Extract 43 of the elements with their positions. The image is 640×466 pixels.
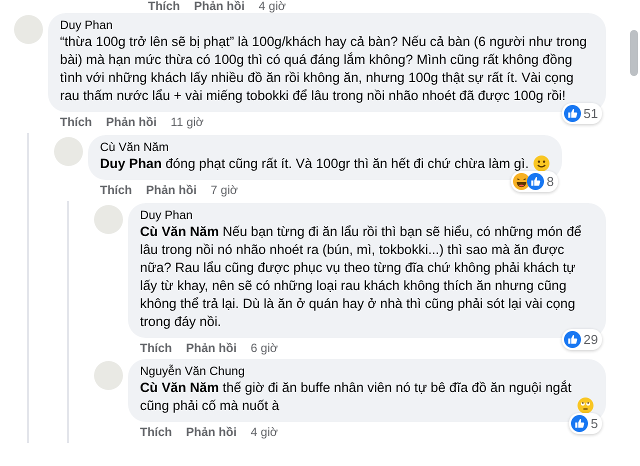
timestamp[interactable]: 11 giờ	[170, 115, 204, 129]
reaction-count: 8	[546, 174, 554, 189]
eye-rolling-face-icon	[577, 397, 594, 414]
thumbs-up-icon	[564, 105, 581, 122]
like-link[interactable]: Thích	[140, 425, 172, 439]
reply-link[interactable]: Phản hồi	[146, 183, 197, 197]
reaction-badge[interactable]: 8	[510, 171, 558, 192]
like-link[interactable]: Thích	[140, 341, 172, 355]
smiling-face-icon	[532, 155, 550, 172]
author-name[interactable]: Duy Phan	[140, 208, 594, 223]
timestamp[interactable]: 4 giờ	[258, 0, 286, 13]
reaction-count: 51	[584, 106, 598, 121]
thumbs-up-icon	[564, 331, 581, 348]
avatar[interactable]	[54, 137, 83, 166]
reaction-badge[interactable]: 51	[562, 103, 602, 124]
comment-text: Duy Phan đóng phạt cũng rất ít. Và 100gr thì ăn hết đi chứ chừa làm gì.	[100, 155, 529, 173]
avatar[interactable]	[94, 205, 123, 234]
comment-text: Cù Văn Năm thế giờ đi ăn buffe nhân viên nó tự bê đĩa đồ ăn nguội ngắt cũng phải cố mà nuốt à	[140, 379, 572, 415]
timestamp[interactable]: 6 giờ	[250, 341, 278, 355]
timestamp[interactable]: 7 giờ	[210, 183, 238, 197]
author-name[interactable]: Nguyễn Văn Chung	[140, 364, 594, 379]
thumbs-up-icon	[526, 173, 544, 190]
comment-text: “thừa 100g trở lên sẽ bị phạt” là 100g/khách hay cả bàn? Nếu cả bàn (6 người như trong bài) mà hạn mức thừa có 100g thì có quá đáng lắm không? Mình cũng rất không đồng tình với những khách lấy nhiều đồ ăn rồi không ăn, nhưng 100g thật sự rất ít. Vài cọng rau thấm nước lẩu + vài miếng tobokki để lâu trong nồi nhão nhoét đã được 100g rồi!	[60, 33, 588, 105]
reply-link[interactable]: Phản hồi	[186, 425, 237, 439]
reply-link[interactable]: Phản hồi	[194, 0, 245, 13]
thumbs-up-icon	[570, 415, 588, 432]
reply-link[interactable]: Phản hồi	[186, 341, 237, 355]
reaction-badge[interactable]: 29	[562, 329, 602, 350]
reaction-count: 29	[584, 332, 598, 347]
like-link[interactable]: Thích	[100, 183, 132, 197]
author-name[interactable]: Duy Phan	[60, 18, 594, 33]
comment-text: Cù Văn Năm Nếu bạn từng đi ăn lẩu rồi thì bạn sẽ hiểu, có những món để lâu trong nồi nó nhão nhoét ra (bún, mì, tokbokki...) thì sao mà ăn được nữa? Rau lẩu cũng được phục vụ theo từng đĩa chứ không phải khách tự lấy từ khay, nên sẽ có những loại rau khách không thích ăn nhưng cũng không thể trả lại. Dù là ăn ở quán hay ở nhà thì cũng phải sót lại vài cọng trong đáy nồi.	[140, 223, 582, 331]
like-link[interactable]: Thích	[148, 0, 180, 13]
reaction-count: 5	[590, 416, 598, 431]
like-link[interactable]: Thích	[60, 115, 92, 129]
scrollbar-thumb[interactable]	[630, 30, 638, 76]
reaction-badge[interactable]: 5	[568, 413, 602, 434]
avatar[interactable]	[94, 361, 123, 390]
laughing-face-icon	[512, 173, 530, 190]
timestamp[interactable]: 4 giờ	[250, 425, 278, 439]
reply-link[interactable]: Phản hồi	[106, 115, 157, 129]
avatar[interactable]	[14, 15, 43, 44]
author-name[interactable]: Cù Văn Năm	[100, 140, 550, 155]
